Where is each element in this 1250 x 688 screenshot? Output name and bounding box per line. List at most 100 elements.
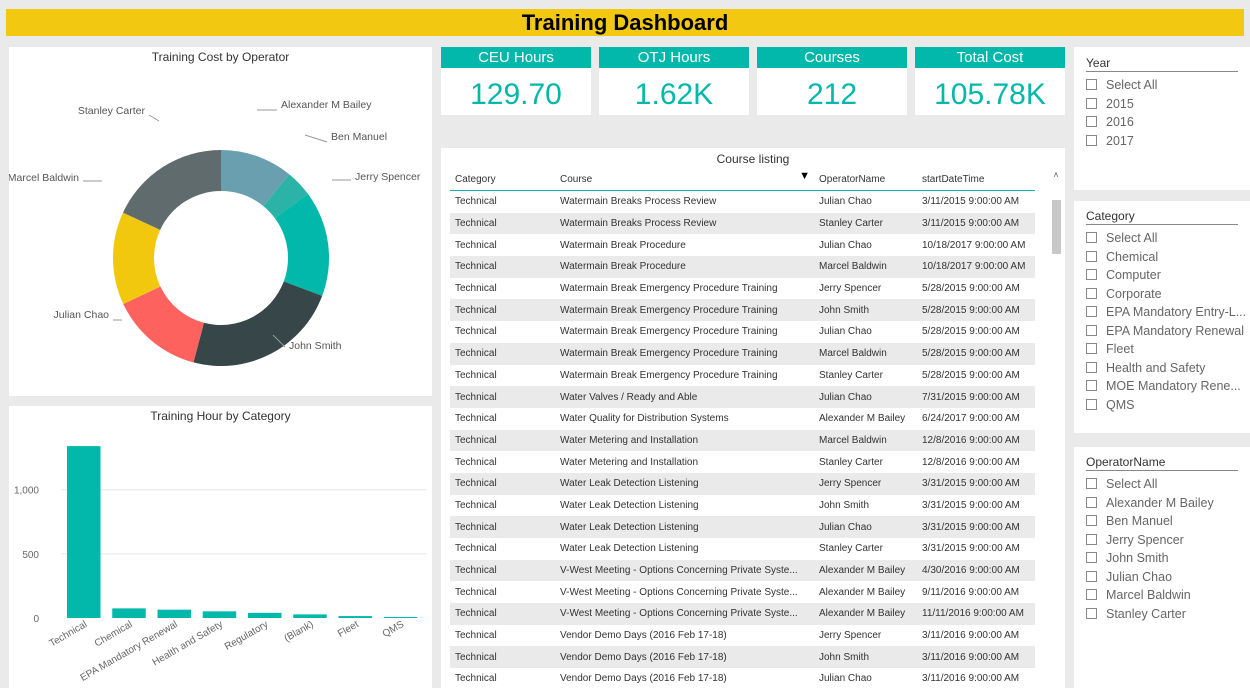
donut-slice[interactable] bbox=[122, 150, 221, 230]
checkbox-icon[interactable] bbox=[1086, 398, 1097, 410]
table-row[interactable]: Technical Watermain Break Emergency Proce… bbox=[450, 299, 1035, 322]
cell-start-date: 7/31/2015 9:00:00 AM bbox=[917, 386, 1035, 408]
y-tick-label: 0 bbox=[33, 614, 39, 625]
table-row[interactable]: Technical Vendor Demo Days (2016 Feb 17-1… bbox=[450, 668, 1035, 688]
slicer-item[interactable]: Alexander M Bailey bbox=[1086, 494, 1250, 513]
table-row[interactable]: Technical Water Leak Detection Listening J… bbox=[450, 516, 1035, 538]
slicer-item[interactable]: Julian Chao bbox=[1086, 568, 1250, 587]
slicer-item[interactable]: Select All bbox=[1086, 229, 1250, 248]
sort-desc-icon[interactable]: ▼ bbox=[799, 170, 810, 182]
table-row[interactable]: Technical V-West Meeting - Options Concer… bbox=[450, 603, 1035, 625]
slicer-item[interactable]: Stanley Carter bbox=[1086, 605, 1250, 624]
donut-chart[interactable]: Alexander M Bailey Ben Manuel Jerry Spence… bbox=[9, 65, 432, 395]
table-row[interactable]: Technical Watermain Break Procedure Julian… bbox=[450, 234, 1035, 256]
slicer-item[interactable]: 2015 bbox=[1086, 95, 1250, 114]
checkbox-icon[interactable] bbox=[1086, 361, 1097, 373]
bar[interactable] bbox=[293, 614, 327, 618]
slicer-item[interactable]: Select All bbox=[1086, 76, 1250, 95]
bar[interactable] bbox=[157, 609, 191, 618]
table-row[interactable]: Technical Water Metering and Installation… bbox=[450, 451, 1035, 473]
table-row[interactable]: Technical Water Leak Detection Listening J… bbox=[450, 472, 1035, 495]
table-row[interactable]: Technical Watermain Breaks Process Review… bbox=[450, 191, 1035, 213]
checkbox-icon[interactable] bbox=[1086, 552, 1097, 563]
table-row[interactable]: Technical Watermain Break Emergency Proce… bbox=[450, 321, 1035, 343]
checkbox-icon[interactable] bbox=[1086, 97, 1097, 109]
checkbox-icon[interactable] bbox=[1086, 343, 1097, 354]
bar[interactable] bbox=[67, 446, 101, 618]
table-row[interactable]: Technical Water Leak Detection Listening S… bbox=[450, 538, 1035, 560]
cell-course: V-West Meeting - Options Concerning Priv… bbox=[555, 603, 814, 625]
table-row[interactable]: Technical Watermain Breaks Process Review… bbox=[450, 212, 1035, 235]
checkbox-icon[interactable] bbox=[1086, 570, 1097, 582]
slicer-item-label: 2016 bbox=[1106, 115, 1134, 129]
slicer-item[interactable]: QMS bbox=[1086, 396, 1250, 415]
checkbox-icon[interactable] bbox=[1086, 533, 1097, 545]
slicer-item[interactable]: Health and Safety bbox=[1086, 359, 1250, 378]
slicer-item[interactable]: 2017 bbox=[1086, 132, 1250, 151]
checkbox-icon[interactable] bbox=[1086, 116, 1097, 127]
checkbox-icon[interactable] bbox=[1086, 134, 1097, 146]
table-row[interactable]: Technical Water Metering and Installation… bbox=[450, 429, 1035, 452]
slicer-item[interactable]: Ben Manuel bbox=[1086, 512, 1250, 531]
column-header-category[interactable]: Category bbox=[450, 168, 555, 191]
bar[interactable] bbox=[338, 616, 372, 618]
checkbox-icon[interactable] bbox=[1086, 232, 1097, 243]
checkbox-icon[interactable] bbox=[1086, 79, 1097, 90]
slicer-item[interactable]: Computer bbox=[1086, 266, 1250, 285]
column-header-course[interactable]: Course ▼ bbox=[555, 168, 814, 191]
slicer-item[interactable]: John Smith bbox=[1086, 549, 1250, 568]
table-row[interactable]: Technical V-West Meeting - Options Concer… bbox=[450, 559, 1035, 582]
slicer-item[interactable]: EPA Mandatory Entry-L... bbox=[1086, 303, 1250, 322]
cell-operator: Julian Chao bbox=[814, 386, 917, 408]
cell-operator: Jerry Spencer bbox=[819, 283, 882, 295]
table-row[interactable]: Technical Watermain Break Emergency Proce… bbox=[450, 278, 1035, 300]
donut-slice[interactable] bbox=[193, 281, 323, 366]
table-row[interactable]: Technical Watermain Break Procedure Marcel… bbox=[450, 256, 1035, 278]
checkbox-icon[interactable] bbox=[1086, 607, 1097, 619]
slicer-item-label: EPA Mandatory Renewal bbox=[1106, 323, 1245, 338]
cell-operator: John Smith bbox=[814, 646, 917, 669]
table-row[interactable]: Technical Water Quality for Distribution … bbox=[450, 408, 1035, 430]
checkbox-icon[interactable] bbox=[1086, 269, 1097, 280]
table-row[interactable]: Technical Water Valves / Ready and Able Ju… bbox=[450, 386, 1035, 408]
bar-chart[interactable]: 05001,000Technical ChemicalEPA Mandatory … bbox=[9, 424, 432, 686]
checkbox-icon[interactable] bbox=[1086, 515, 1097, 526]
checkbox-icon[interactable] bbox=[1086, 306, 1097, 317]
cell-course: Vendor Demo Days (2016 Feb 17-18) bbox=[555, 646, 814, 669]
bar[interactable] bbox=[112, 608, 146, 618]
slicer-item[interactable]: Select All bbox=[1086, 475, 1250, 494]
slicer-item[interactable]: MOE Mandatory Rene... bbox=[1086, 377, 1250, 396]
scroll-up-icon[interactable]: ˄ bbox=[1050, 170, 1062, 180]
slicer-item[interactable]: EPA Mandatory Renewal bbox=[1086, 322, 1250, 341]
slicer-item[interactable]: Chemical bbox=[1086, 248, 1250, 267]
scrollbar-thumb[interactable] bbox=[1052, 200, 1061, 254]
checkbox-icon[interactable] bbox=[1086, 589, 1097, 600]
table-row[interactable]: Technical Watermain Break Emergency Proce… bbox=[450, 365, 1035, 387]
slicer-item[interactable]: Fleet bbox=[1086, 340, 1250, 359]
slicer-item[interactable]: Corporate bbox=[1086, 285, 1250, 304]
column-header-start-date[interactable]: startDateTime bbox=[917, 168, 1035, 191]
slicer-item[interactable]: Marcel Baldwin bbox=[1086, 586, 1250, 605]
slicer-item[interactable]: 2016 bbox=[1086, 113, 1250, 132]
table-row[interactable]: Technical Vendor Demo Days (2016 Feb 17-1… bbox=[450, 646, 1035, 669]
table-scrollbar[interactable]: ˄ bbox=[1050, 170, 1062, 688]
cell-start-date: 3/11/2016 9:00:00 AM bbox=[922, 673, 1020, 685]
table-row[interactable]: Technical Watermain Break Emergency Proce… bbox=[450, 342, 1035, 365]
cell-start-date: 5/28/2015 9:00:00 AM bbox=[917, 342, 1035, 365]
slicer-item[interactable]: Jerry Spencer bbox=[1086, 531, 1250, 550]
bar[interactable] bbox=[202, 611, 237, 618]
checkbox-icon[interactable] bbox=[1086, 324, 1097, 336]
checkbox-icon[interactable] bbox=[1086, 287, 1097, 299]
checkbox-icon[interactable] bbox=[1086, 496, 1097, 508]
checkbox-icon[interactable] bbox=[1086, 380, 1097, 391]
course-listing-panel: Course listing Category Course ▼ Operator… bbox=[441, 148, 1065, 688]
table-row[interactable]: Technical V-West Meeting - Options Concer… bbox=[450, 581, 1035, 603]
bar[interactable] bbox=[383, 616, 418, 618]
table-row[interactable]: Technical Vendor Demo Days (2016 Feb 17-1… bbox=[450, 625, 1035, 647]
table-row[interactable]: Technical Water Leak Detection Listening J… bbox=[450, 495, 1035, 517]
bar[interactable] bbox=[248, 612, 282, 618]
checkbox-icon[interactable] bbox=[1086, 478, 1097, 489]
column-header-operator[interactable]: OperatorName bbox=[814, 168, 917, 191]
donut-label: Jerry Spencer bbox=[355, 171, 421, 183]
checkbox-icon[interactable] bbox=[1086, 250, 1097, 262]
